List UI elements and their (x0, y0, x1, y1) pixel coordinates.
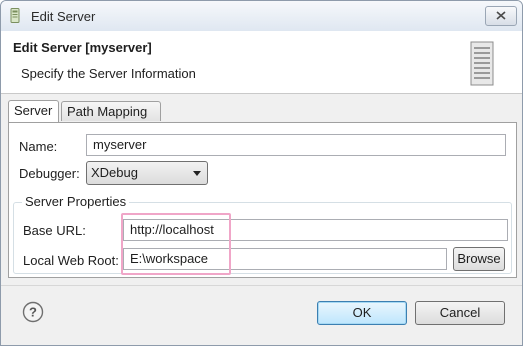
help-icon[interactable]: ? (22, 301, 44, 323)
debugger-label: Debugger: (19, 166, 80, 181)
base-url-label: Base URL: (23, 223, 86, 238)
debugger-selected-value: XDebug (91, 165, 138, 180)
server-tab-panel: Name: myserver Debugger: XDebug Server P… (8, 122, 517, 278)
banner-title: Edit Server [myserver] (13, 40, 152, 55)
header-banner: Edit Server [myserver] Specify the Serve… (1, 31, 522, 94)
debugger-select[interactable]: XDebug (86, 161, 208, 185)
tab-server[interactable]: Server (8, 100, 59, 122)
name-label: Name: (19, 139, 58, 154)
footer-separator (1, 285, 522, 286)
svg-text:?: ? (29, 305, 37, 320)
cancel-button[interactable]: Cancel (415, 301, 505, 325)
local-web-root-label: Local Web Root: (23, 253, 119, 268)
local-web-root-field[interactable]: E:\workspace (123, 248, 447, 270)
banner-description: Specify the Server Information (21, 66, 196, 81)
edit-server-dialog: Edit Server Edit Server [myserver] Speci… (0, 0, 523, 346)
tab-path-mapping[interactable]: Path Mapping (61, 101, 161, 121)
close-button[interactable] (485, 6, 517, 26)
title-bar[interactable]: Edit Server (1, 1, 522, 31)
chevron-down-icon (193, 171, 201, 176)
app-icon (10, 8, 20, 23)
close-icon (496, 11, 506, 20)
server-properties-group: Server Properties Base URL: http://local… (13, 194, 512, 274)
server-properties-title: Server Properties (22, 194, 130, 209)
window-title: Edit Server (31, 9, 96, 24)
server-icon (470, 41, 494, 86)
name-field[interactable]: myserver (86, 134, 506, 156)
browse-button[interactable]: Browse (453, 247, 505, 271)
base-url-field[interactable]: http://localhost (123, 219, 508, 241)
ok-button[interactable]: OK (317, 301, 407, 325)
